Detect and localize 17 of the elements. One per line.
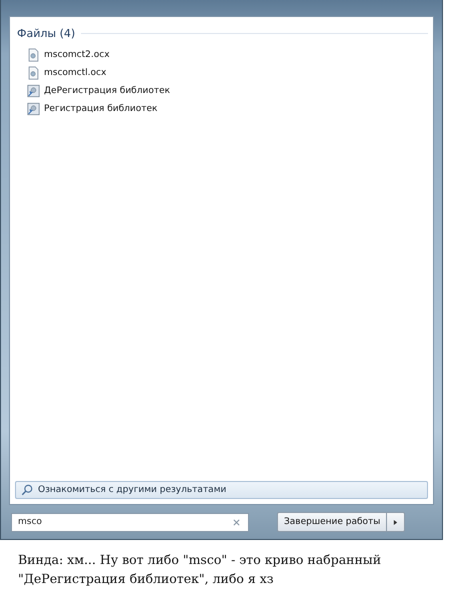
shutdown-button[interactable]: Завершение работы (277, 512, 388, 532)
search-field[interactable]: msco (11, 512, 249, 532)
group-title: Файлы (4) (17, 27, 76, 40)
caption: Винда: хм... Ну вот либо "msco" - это криво набранный "ДеРегистрация библиотек", либо я хз (18, 551, 382, 588)
result-item[interactable]: mscomct2.ocx (27, 46, 114, 64)
result-item[interactable]: Регистрация библиотек (27, 100, 162, 118)
search-icon (21, 484, 33, 496)
shortcut-icon (27, 102, 40, 116)
clear-icon[interactable] (233, 518, 240, 526)
shortcut-icon (27, 84, 40, 98)
file-icon (27, 66, 40, 80)
result-item[interactable]: ДеРегистрация библиотек (27, 82, 174, 100)
arrow-icon (393, 518, 398, 526)
more-results-button[interactable]: Ознакомиться с другими результатами (15, 481, 428, 499)
shutdown-options-button[interactable] (387, 512, 406, 532)
result-item[interactable]: mscomctl.ocx (27, 64, 110, 82)
file-icon (27, 48, 40, 62)
